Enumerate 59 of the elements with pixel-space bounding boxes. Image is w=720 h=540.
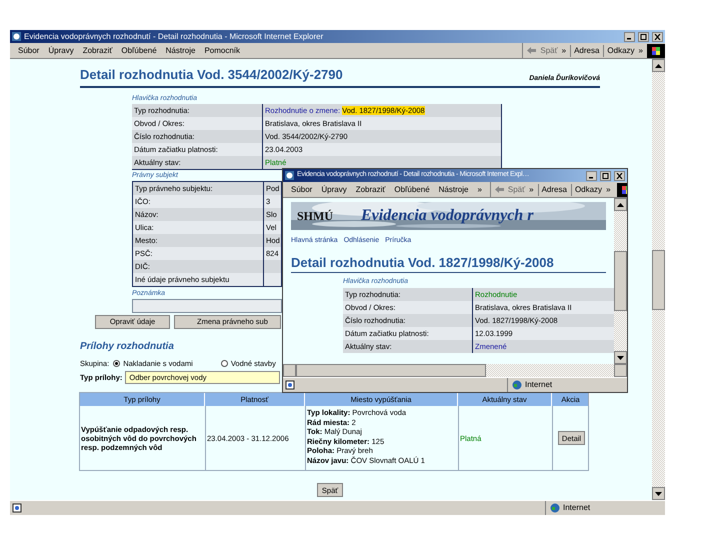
address-label: Adresa: [538, 184, 567, 196]
links-button[interactable]: Odkazy: [603, 44, 635, 56]
browser-icon: [285, 171, 294, 180]
menu-item[interactable]: Obľúbené: [394, 184, 430, 196]
more-button[interactable]: »: [529, 184, 534, 196]
globe-icon: [550, 503, 560, 513]
globe-icon: [512, 380, 522, 390]
scroll-down-icon: [617, 356, 624, 360]
scroll-up-icon: [655, 64, 662, 68]
close-icon: [654, 34, 661, 40]
back-button[interactable]: Späť: [508, 184, 526, 196]
close-icon: [616, 172, 623, 178]
scrollbar-thumb[interactable]: [614, 251, 627, 311]
menu-item[interactable]: Obľúbené: [121, 44, 157, 56]
browser-icon: [12, 32, 21, 41]
window-title: Evidencia vodoprávnych rozhodnutí - Detail rozhodnutia - Microsoft Internet Explorer: [24, 30, 324, 42]
menu-item[interactable]: Súbor: [291, 184, 312, 196]
menu-item[interactable]: Pomocník: [204, 44, 240, 56]
maximize-button[interactable]: [600, 170, 611, 180]
windows-logo-icon: [647, 44, 665, 58]
close-button[interactable]: [652, 32, 663, 42]
minimize-button[interactable]: [586, 170, 597, 180]
radio-button[interactable]: [113, 360, 120, 368]
radio-button[interactable]: [220, 360, 228, 368]
menu-item[interactable]: Zobraziť: [356, 184, 386, 196]
menu-item[interactable]: »: [477, 184, 482, 196]
note-field[interactable]: [132, 299, 282, 313]
more-button[interactable]: »: [638, 44, 643, 56]
back-button[interactable]: Späť: [540, 44, 558, 56]
close-button[interactable]: [614, 170, 625, 180]
banner-title: Evidencia vodoprávnych r: [361, 206, 534, 226]
address-label: Adresa: [570, 44, 600, 56]
scrollbar-thumb[interactable]: [652, 250, 665, 310]
menu-item[interactable]: Súbor: [18, 44, 40, 56]
back-arrow-icon: [494, 186, 504, 193]
page-heading: Detail rozhodnutia Vod. 3544/2002/Ký-2790: [80, 66, 343, 84]
vertical-scrollbar[interactable]: [652, 59, 665, 500]
page-heading: Detail rozhodnutia Vod. 1827/1998/Ký-2008: [291, 252, 606, 273]
section-heading: Prílohy rozhodnutia: [80, 340, 174, 354]
security-zone: Internet: [563, 502, 590, 514]
security-zone: Internet: [525, 379, 552, 391]
logo: SHMÚ: [297, 208, 333, 225]
more-button[interactable]: »: [606, 184, 611, 196]
vertical-scrollbar[interactable]: [614, 198, 627, 364]
menu-item[interactable]: Úpravy: [321, 184, 347, 196]
scroll-down-icon: [655, 492, 662, 496]
maximize-icon: [640, 34, 647, 40]
menu-item[interactable]: Nástroje: [166, 44, 196, 56]
maximize-button[interactable]: [638, 32, 649, 42]
links-button[interactable]: Odkazy: [570, 184, 602, 196]
back-arrow-icon: [527, 47, 536, 54]
horizontal-scrollbar[interactable]: [283, 364, 627, 377]
minimize-button[interactable]: [624, 32, 635, 42]
scroll-up-icon: [617, 202, 624, 206]
more-button[interactable]: »: [562, 44, 566, 56]
menu-item[interactable]: Nástroje: [438, 184, 468, 196]
menu-item[interactable]: Zobraziť: [82, 44, 112, 56]
maximize-icon: [602, 172, 609, 178]
menu-item[interactable]: Úpravy: [48, 44, 74, 56]
